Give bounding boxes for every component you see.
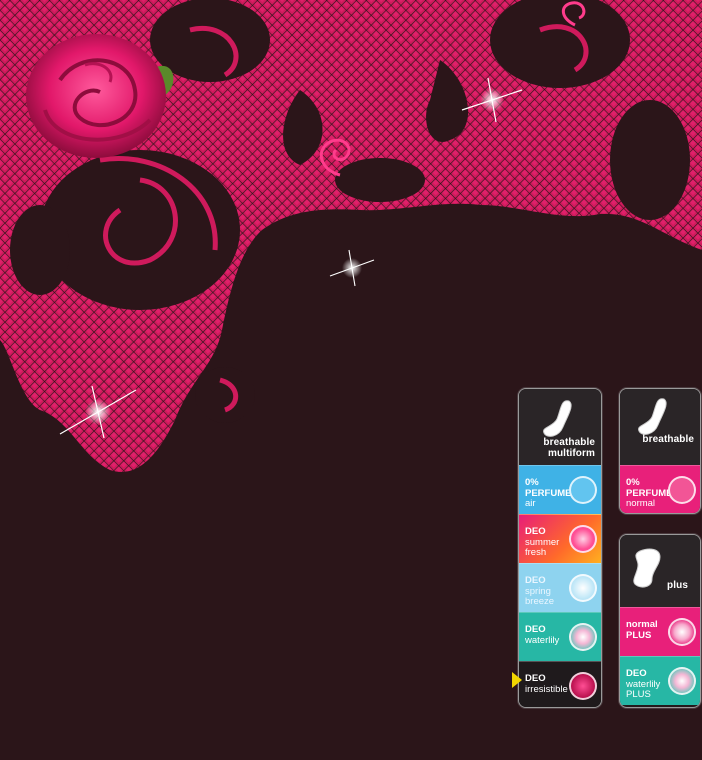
pantyliner-icon	[633, 548, 661, 588]
variant-line1: DEO	[525, 575, 546, 586]
header-line1: plus	[667, 580, 688, 591]
rose-icon	[569, 672, 597, 700]
selected-variant-marker	[512, 672, 522, 688]
panel-header-label: plus	[667, 580, 688, 591]
circle-zero-icon	[668, 476, 696, 504]
panel-header: breathable	[620, 389, 700, 465]
blossom-icon	[569, 574, 597, 602]
variant-line3: breeze	[525, 596, 555, 607]
variant-irresistible[interactable]: DEO irresistible	[519, 661, 601, 707]
header-line2: multiform	[547, 448, 595, 459]
variant-line1: DEO	[525, 526, 546, 537]
variant-line3: air	[525, 498, 536, 509]
waterlily-icon	[668, 667, 696, 695]
variant-line3: normal	[626, 498, 656, 509]
variant-line1: DEO	[525, 673, 546, 684]
pantyliner-icon	[543, 400, 572, 437]
panel-header-label: breathable multiform	[543, 437, 595, 459]
variant-line3: PLUS	[626, 689, 651, 700]
variant-line1: normal	[626, 619, 658, 630]
variant-line1: 0%	[525, 477, 539, 488]
waterlily-icon	[569, 623, 597, 651]
pantyliner-icon	[638, 398, 667, 435]
variant-normal[interactable]: 0% PERFUME normal	[620, 465, 700, 513]
panel-header-label: breathable	[642, 434, 694, 445]
variant-normal-plus[interactable]: normal PLUS	[620, 607, 700, 656]
variant-waterlily[interactable]: DEO waterlily	[519, 612, 601, 661]
packaging-artwork: breathable multiform 0% PERFUME air DEO …	[0, 0, 702, 760]
variant-line1: DEO	[626, 668, 647, 679]
variant-line1: 0%	[626, 477, 640, 488]
variant-line2: irresistible	[525, 684, 568, 695]
panel-header: breathable multiform	[519, 389, 601, 465]
variant-waterlily-plus[interactable]: DEO waterlily PLUS	[620, 656, 700, 705]
panel-header: plus	[620, 535, 700, 607]
variant-line2: waterlily	[525, 635, 560, 646]
flower-icon	[569, 525, 597, 553]
product-range-panel-normal: breathable 0% PERFUME normal	[619, 388, 701, 514]
variant-line3: fresh	[525, 547, 547, 558]
product-range-panel-plus: plus normal PLUS DEO waterlily PLUS	[619, 534, 701, 708]
orchid-icon	[668, 618, 696, 646]
variant-line2: PLUS	[626, 630, 652, 641]
header-line1: breathable	[642, 434, 694, 445]
variant-spring-breeze[interactable]: DEO spring breeze	[519, 563, 601, 612]
variant-line1: DEO	[525, 624, 546, 635]
circle-zero-icon	[569, 476, 597, 504]
product-range-panel-multiform: breathable multiform 0% PERFUME air DEO …	[518, 388, 602, 708]
variant-summer-fresh[interactable]: DEO summer fresh	[519, 514, 601, 563]
variant-air[interactable]: 0% PERFUME air	[519, 465, 601, 514]
header-line1: breathable	[543, 437, 595, 448]
